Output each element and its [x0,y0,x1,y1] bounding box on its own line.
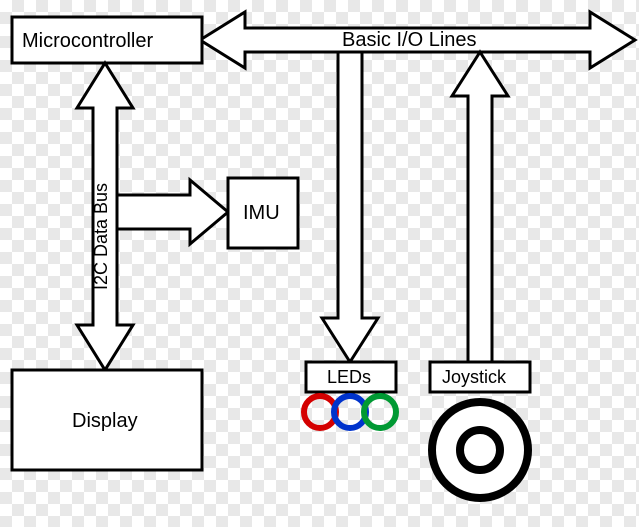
io-lines-label: Basic I/O Lines [342,29,477,51]
joystick-label: Joystick [442,367,507,387]
joystick-arrow [452,52,508,362]
leds-label: LEDs [327,367,371,387]
leds-arrow [322,52,378,362]
imu-label: IMU [243,202,280,224]
microcontroller-label: Microcontroller [22,30,153,52]
display-label: Display [72,410,138,432]
block-diagram: Basic I/O Lines Microcontroller I2C Data… [0,0,639,527]
i2c-to-imu-arrow [117,180,228,244]
i2c-label: I2C Data Bus [91,183,111,290]
joystick-inner [460,430,500,470]
